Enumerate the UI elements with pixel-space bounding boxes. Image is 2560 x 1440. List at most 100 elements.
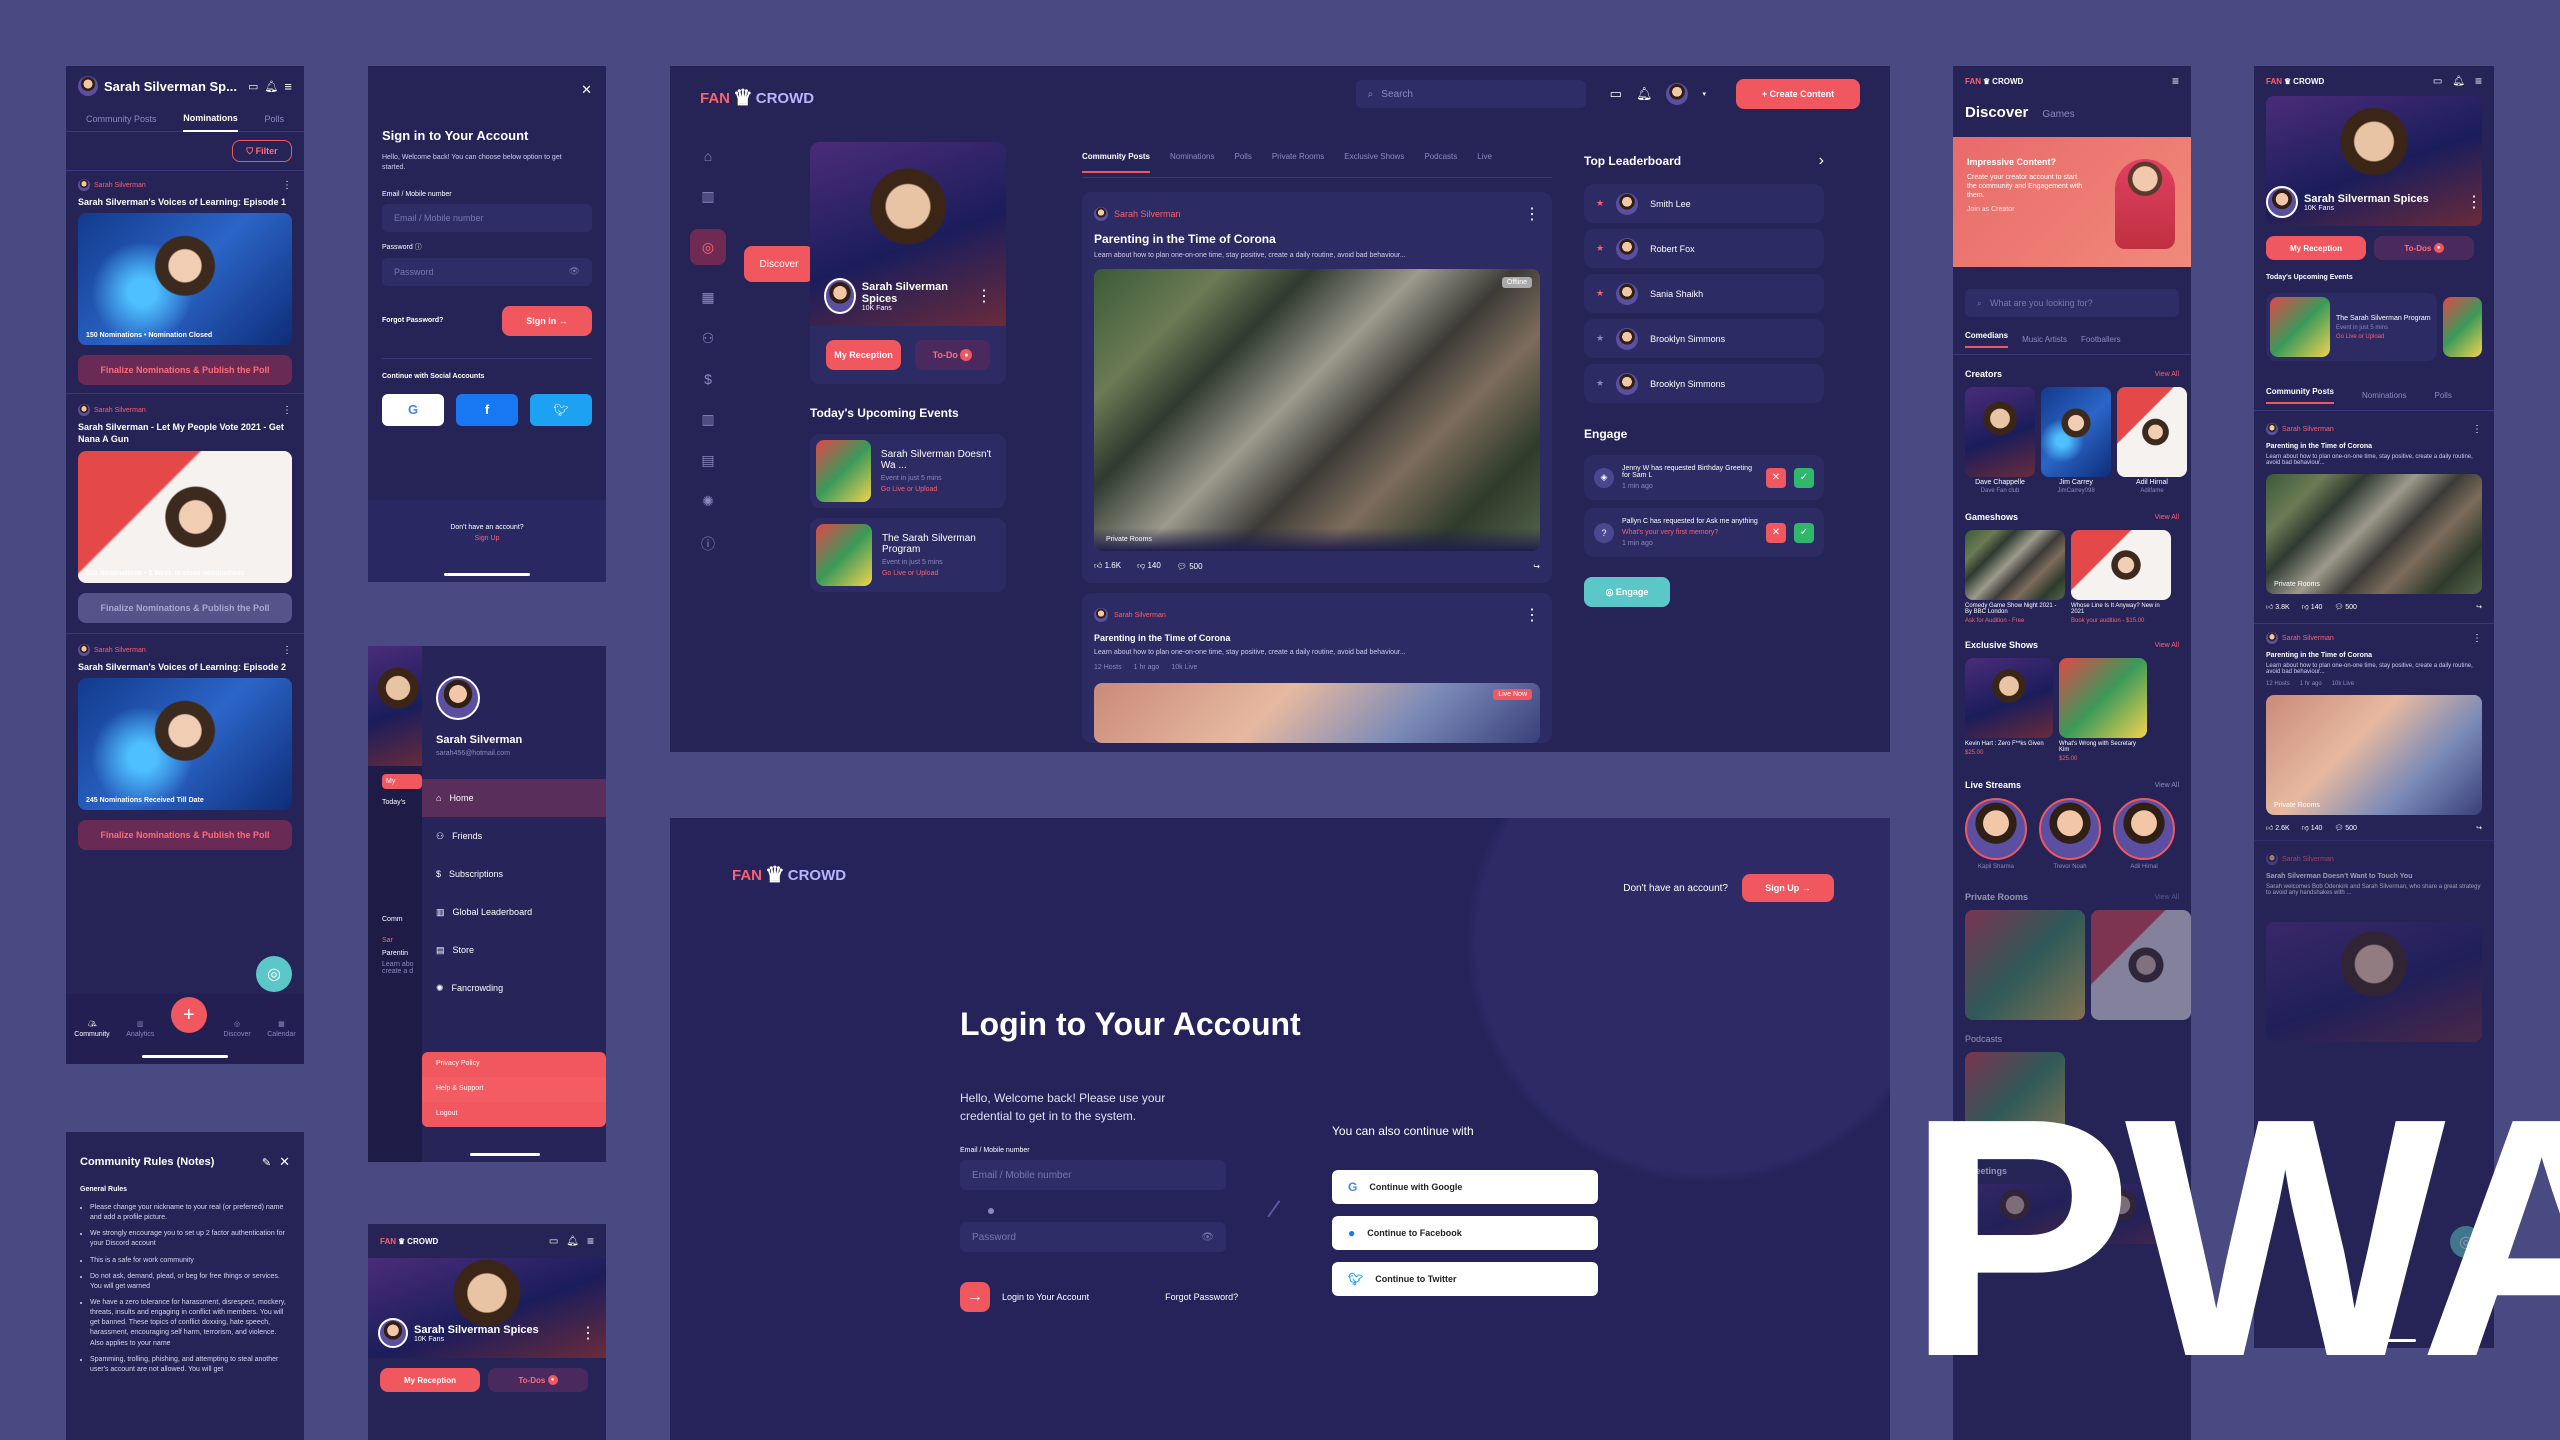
bell-icon[interactable]: 🔔︎ bbox=[1636, 86, 1653, 102]
logo[interactable]: FAN ♛ CROWD bbox=[2266, 77, 2423, 86]
share-icon[interactable]: ↪ bbox=[2476, 603, 2482, 611]
more-icon[interactable]: ⋮ bbox=[2472, 633, 2482, 644]
menu-icon[interactable]: ≡ bbox=[284, 79, 292, 94]
event-card[interactable]: The Sarah Silverman Program Event in just… bbox=[2266, 293, 2438, 361]
dislike-button[interactable]: 👎︎ 140 bbox=[2302, 602, 2323, 611]
leaderboard-row[interactable]: ★ Brooklyn Simmons bbox=[1584, 364, 1824, 403]
bell-icon[interactable]: 🔔︎ bbox=[264, 80, 278, 93]
post-image[interactable]: Live Now bbox=[1094, 683, 1540, 743]
more-icon[interactable]: ⋮ bbox=[2466, 192, 2482, 212]
analytics-icon[interactable]: ▥ bbox=[701, 188, 714, 205]
forgot-password-link[interactable]: Forgot Password? bbox=[1165, 1292, 1238, 1302]
create-content-button[interactable]: + Create Content bbox=[1736, 79, 1860, 109]
dislike-button[interactable]: 👎︎ 140 bbox=[2302, 823, 2323, 832]
post-author[interactable]: Sarah Silverman bbox=[2282, 856, 2334, 863]
tab-polls[interactable]: Polls bbox=[264, 114, 284, 124]
thumbnail[interactable]: 100 Nominations • 1 Week to close nomina… bbox=[78, 451, 292, 584]
more-icon[interactable]: ⋮ bbox=[282, 645, 292, 656]
tab-games[interactable]: Games bbox=[2042, 109, 2074, 120]
more-icon[interactable]: ⋮ bbox=[976, 286, 992, 306]
chevron-right-icon[interactable]: › bbox=[1819, 152, 1824, 170]
signup-button[interactable]: Sign Up → bbox=[1742, 874, 1834, 902]
todo-button[interactable]: To-Dos ● bbox=[488, 1368, 588, 1392]
chat-icon[interactable]: ▭ bbox=[2433, 76, 2442, 87]
accept-icon[interactable]: ✓ bbox=[1794, 522, 1814, 543]
finalize-button[interactable]: Finalize Nominations & Publish the Poll bbox=[78, 355, 292, 385]
view-all-link[interactable]: View All bbox=[2155, 894, 2179, 901]
nav-discover[interactable]: ◎ Discover bbox=[223, 1020, 250, 1038]
like-button[interactable]: 👍︎ 1.6K bbox=[1094, 561, 1121, 571]
post-author[interactable]: Sarah Silverman bbox=[1114, 209, 1181, 219]
post-image[interactable]: Private Rooms bbox=[2266, 695, 2482, 815]
event-card[interactable]: The Sarah Silverman Program Event in just… bbox=[810, 518, 1006, 592]
reject-icon[interactable]: ✕ bbox=[1766, 467, 1786, 488]
fab-icon[interactable]: ◎ bbox=[256, 956, 292, 992]
room-image[interactable] bbox=[1965, 910, 2085, 1020]
menu-icon[interactable]: ≡ bbox=[2172, 74, 2179, 88]
show-card[interactable]: Kevin Hart : Zero F**ks Given $25.00 bbox=[1965, 658, 2053, 756]
logout-link[interactable]: Logout bbox=[422, 1102, 606, 1127]
store-icon[interactable]: ▤ bbox=[701, 452, 714, 469]
edit-icon[interactable]: ✎ bbox=[262, 1156, 271, 1169]
password-field[interactable]: Password 👁︎ bbox=[382, 257, 592, 286]
password-field[interactable]: Password 👁︎ bbox=[960, 1222, 1226, 1252]
more-icon[interactable]: ⋮ bbox=[282, 405, 292, 416]
profile-avatar[interactable] bbox=[378, 1318, 408, 1348]
finalize-button[interactable]: Finalize Nominations & Publish the Poll bbox=[78, 593, 292, 624]
thumbnail[interactable]: 150 Nominations • Nomination Closed bbox=[78, 213, 292, 345]
tab-podcasts[interactable]: Podcasts bbox=[1424, 152, 1457, 161]
logo[interactable]: FAN ♛ CROWD bbox=[1965, 77, 2023, 86]
more-icon[interactable]: ⋮ bbox=[1524, 605, 1540, 625]
view-all-link[interactable]: View All bbox=[2155, 782, 2179, 789]
event-cta[interactable]: Go Live or Upload bbox=[882, 570, 1000, 577]
leaderboard-row[interactable]: ★ Sania Shaikh bbox=[1584, 274, 1824, 313]
signup-link[interactable]: Sign Up bbox=[368, 535, 606, 542]
streamer[interactable]: Trevor Noah bbox=[2039, 798, 2101, 870]
more-icon[interactable]: ⋮ bbox=[580, 1323, 596, 1343]
creator-card[interactable]: Adil Hirnal Adilfame bbox=[2117, 387, 2187, 494]
avatar[interactable] bbox=[78, 76, 98, 96]
show-card[interactable]: What's Wrong with Secretary Kim $25.00 bbox=[2059, 658, 2147, 762]
todo-button[interactable]: To-Do ● bbox=[915, 340, 990, 370]
tab-polls[interactable]: Polls bbox=[1234, 152, 1251, 161]
email-field[interactable]: Email / Mobile number bbox=[960, 1160, 1226, 1190]
like-button[interactable]: 👍︎ 3.8K bbox=[2266, 602, 2290, 611]
logo[interactable]: FAN ♛ CROWD bbox=[732, 862, 846, 888]
category-comedians[interactable]: Comedians bbox=[1965, 331, 2009, 348]
thumbnail[interactable]: 245 Nominations Received Till Date bbox=[78, 678, 292, 811]
search-input[interactable]: ⌕ What are you looking for? bbox=[1965, 289, 2179, 317]
comment-button[interactable]: 💬︎ 500 bbox=[2334, 824, 2357, 832]
accept-icon[interactable]: ✓ bbox=[1794, 467, 1814, 488]
tab-exclusive-shows[interactable]: Exclusive Shows bbox=[1344, 152, 1404, 161]
share-icon[interactable]: ↪ bbox=[2476, 824, 2482, 832]
creator-card[interactable]: Dave Chappelle Dave Fan club bbox=[1965, 387, 2035, 494]
nav-analytics[interactable]: ▥ Analytics bbox=[126, 1020, 154, 1038]
leaderboard-row[interactable]: ★ Brooklyn Simmons bbox=[1584, 319, 1824, 358]
post-author[interactable]: Sarah Silverman bbox=[2282, 426, 2334, 433]
leaderboard-row[interactable]: ★ Robert Fox bbox=[1584, 229, 1824, 268]
tab-community-posts[interactable]: Community Posts bbox=[1082, 152, 1151, 173]
view-all-link[interactable]: View All bbox=[2155, 642, 2179, 649]
gameshow-card[interactable]: Comedy Game Show Night 2021 - By BBC Lon… bbox=[1965, 530, 2065, 624]
google-button[interactable]: G Continue with Google bbox=[1332, 1170, 1598, 1204]
eye-icon[interactable]: 👁︎ bbox=[569, 266, 580, 277]
nav-calendar[interactable]: ▦ Calendar bbox=[267, 1020, 295, 1038]
forgot-password-link[interactable]: Forgot Password? bbox=[382, 317, 443, 324]
view-all-link[interactable]: View All bbox=[2155, 514, 2179, 521]
profile-avatar[interactable] bbox=[824, 278, 856, 314]
add-button[interactable]: + bbox=[170, 997, 207, 1033]
tab-community-posts[interactable]: Community Posts bbox=[86, 114, 157, 124]
facebook-button[interactable]: f bbox=[456, 393, 518, 426]
menu-icon[interactable]: ≡ bbox=[2475, 74, 2482, 88]
more-icon[interactable]: ⋮ bbox=[282, 180, 292, 191]
google-button[interactable]: G bbox=[382, 393, 444, 426]
post-image[interactable] bbox=[2266, 922, 2482, 1042]
chevron-down-icon[interactable]: ▾ bbox=[1702, 90, 1706, 98]
menu-item-subscriptions[interactable]: $ Subscriptions bbox=[422, 855, 606, 893]
menu-icon[interactable]: ≡ bbox=[587, 1234, 594, 1248]
reception-button[interactable]: My Reception bbox=[826, 340, 901, 370]
leaderboard-row[interactable]: ★ Smith Lee bbox=[1584, 184, 1824, 223]
reception-button[interactable]: My Reception bbox=[2266, 236, 2366, 260]
event-cta[interactable]: Go Live or Upload bbox=[881, 486, 1000, 493]
tab-discover[interactable]: Discover bbox=[1965, 104, 2028, 121]
